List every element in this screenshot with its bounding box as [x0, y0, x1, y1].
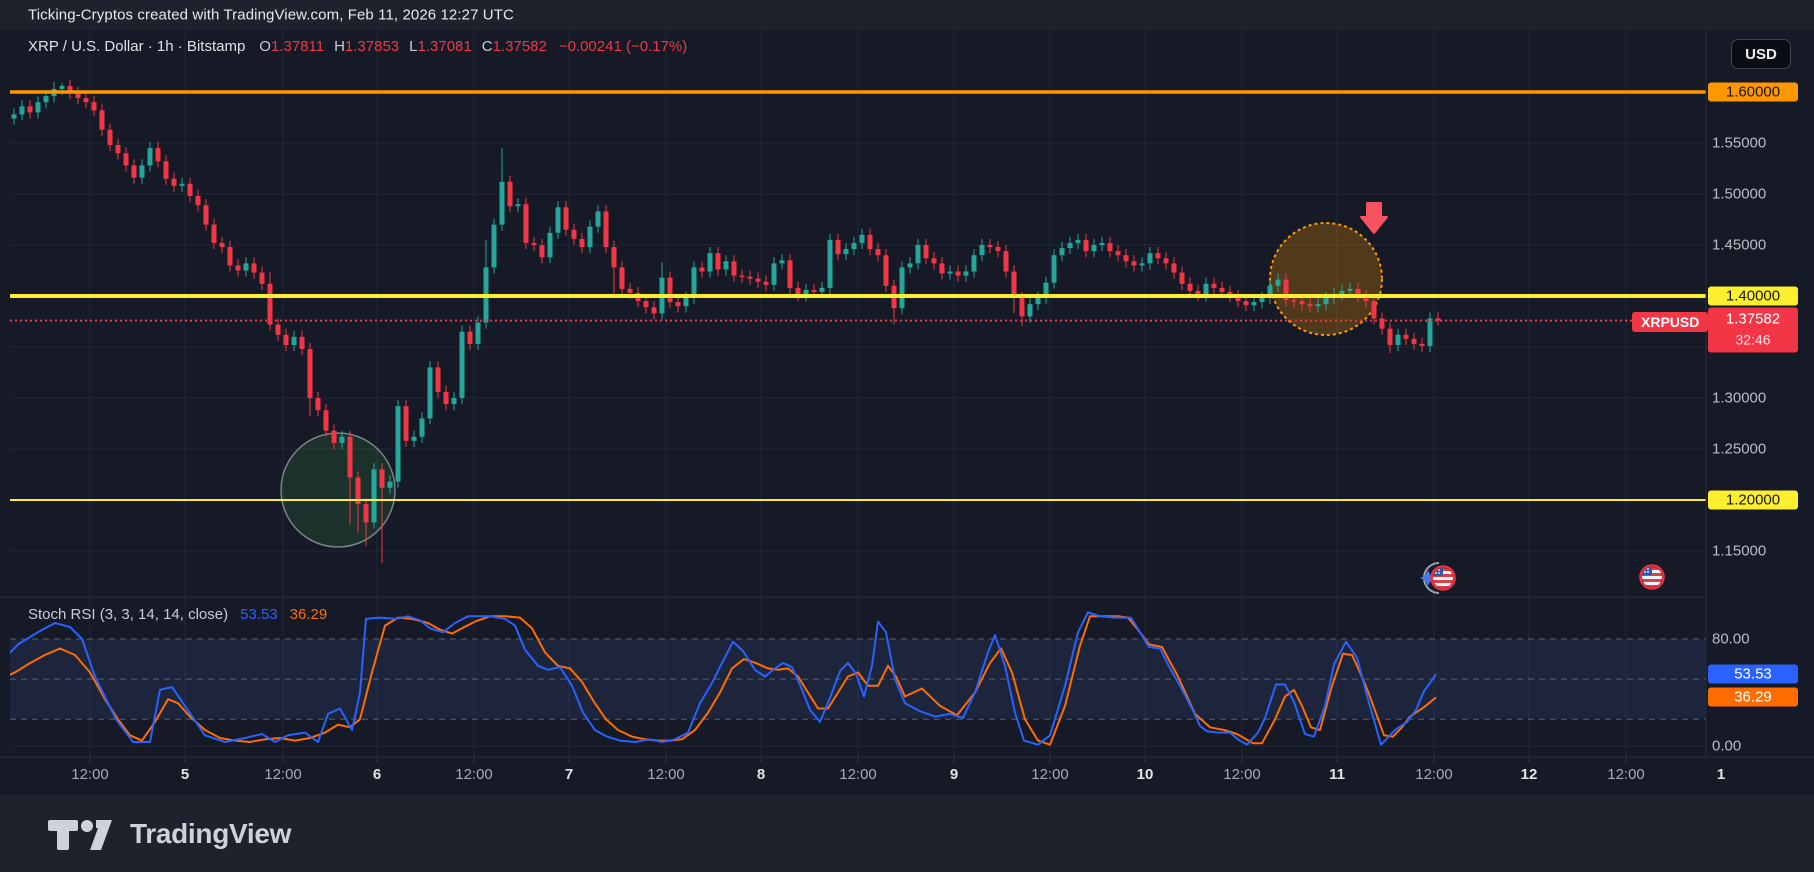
change-value: −0.00241 (−0.17%) — [558, 38, 688, 55]
time-axis-label: 12:00 — [839, 766, 877, 783]
time-axis-label: 12:00 — [1223, 766, 1261, 783]
symbol-legend: XRP / U.S. Dollar · 1h · Bitstamp O1.3781… — [28, 38, 687, 55]
level-price-chip: 1.20000 — [1708, 490, 1798, 510]
green-highlight-ellipse[interactable] — [280, 432, 396, 548]
stoch-k-value: 53.53 — [240, 606, 278, 623]
economic-event-flag-icon[interactable] — [1420, 562, 1456, 594]
time-axis-label: 12:00 — [264, 766, 302, 783]
time-axis-label: 12:00 — [647, 766, 685, 783]
down-arrow-marker[interactable] — [1360, 202, 1388, 234]
time-axis-label: 12:00 — [1415, 766, 1453, 783]
time-axis-label: 5 — [180, 766, 190, 783]
ohlc-token: O1.37811 — [259, 38, 325, 55]
stoch-axis-label: 80.00 — [1712, 630, 1750, 648]
time-axis-label: 12 — [1520, 766, 1538, 783]
stoch-rsi-legend: Stoch RSI (3, 3, 14, 14, close) 53.53 36.2… — [28, 606, 327, 623]
tradingview-logo-icon[interactable] — [46, 816, 124, 852]
ohlc-token: L1.37081 — [409, 38, 472, 55]
time-axis-label: 11 — [1329, 766, 1345, 783]
price-line-symbol-tag: XRPUSD — [1632, 311, 1709, 332]
stoch-rsi-title: Stoch RSI (3, 3, 14, 14, close) — [28, 606, 229, 623]
price-axis-label: 1.25000 — [1712, 440, 1767, 458]
price-axis-label: 1.50000 — [1712, 185, 1767, 203]
time-axis-label: 12:00 — [71, 766, 109, 783]
tradingview-published-chart: Ticking-Cryptos created with TradingView… — [0, 0, 1814, 872]
time-axis-label: 12:00 — [1607, 766, 1645, 783]
time-axis-label: 8 — [756, 766, 766, 783]
time-axis-label: 10 — [1136, 766, 1154, 783]
time-axis-label: 12:00 — [1031, 766, 1069, 783]
time-axis-label: 7 — [564, 766, 574, 783]
time-axis-label: 1 — [1716, 766, 1726, 783]
currency-toggle-button[interactable]: USD — [1731, 39, 1791, 69]
price-axis-label: 1.30000 — [1712, 389, 1767, 407]
symbol-title: XRP / U.S. Dollar · 1h · Bitstamp — [28, 38, 246, 55]
stoch-k-chip: 53.53 — [1708, 664, 1798, 684]
ohlc-values: O1.37811 H1.37853 L1.37081 C1.37582 — [259, 38, 557, 55]
bar-countdown: 32:46 — [1735, 331, 1771, 348]
stoch-d-value: 36.29 — [289, 606, 328, 623]
chart-canvas[interactable] — [0, 0, 1814, 872]
footer-bar: TradingView — [0, 795, 1814, 872]
ohlc-token: C1.37582 — [481, 38, 547, 55]
time-axis-label: 12:00 — [455, 766, 493, 783]
ohlc-token: H1.37853 — [334, 38, 400, 55]
level-price-chip: 1.40000 — [1708, 286, 1798, 306]
tradingview-wordmark[interactable]: TradingView — [130, 818, 291, 850]
stoch-axis-label: 0.00 — [1712, 737, 1742, 755]
last-price-chip: 1.37582 32:46 — [1708, 307, 1798, 353]
price-axis-label: 1.45000 — [1712, 236, 1767, 254]
time-axis-label: 6 — [372, 766, 382, 783]
level-price-chip: 1.60000 — [1708, 82, 1798, 102]
price-axis-label: 1.55000 — [1712, 134, 1767, 152]
price-axis-label: 1.15000 — [1712, 542, 1767, 560]
time-axis-label: 9 — [949, 766, 959, 783]
stoch-d-chip: 36.29 — [1708, 687, 1798, 707]
economic-event-flag-icon[interactable] — [1639, 564, 1665, 590]
orange-highlight-ellipse[interactable] — [1269, 222, 1383, 336]
